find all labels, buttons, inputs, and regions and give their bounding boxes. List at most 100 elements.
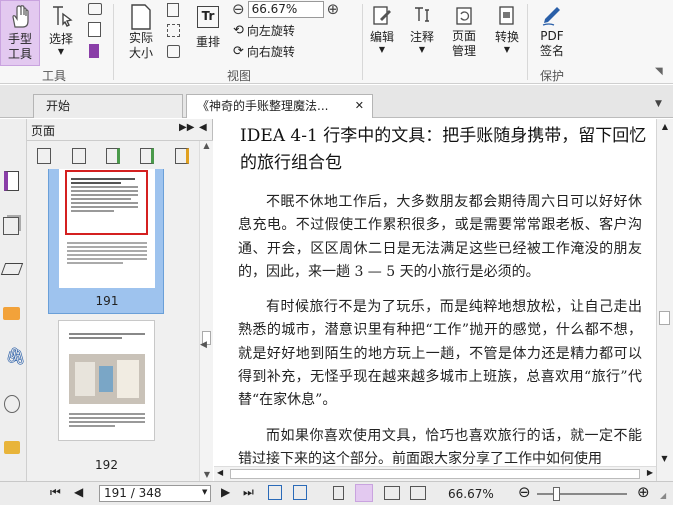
vertical-scrollbar[interactable]: ▲ ▼ (656, 119, 673, 481)
panel-expand-icon[interactable]: ▶▶ (179, 122, 194, 133)
tab-start[interactable]: 开始 (33, 94, 183, 118)
hand-icon (12, 5, 29, 28)
next-page-icon[interactable]: ▶ (221, 485, 230, 499)
panel-toolbar (27, 145, 199, 167)
thumb-zoom-in-icon[interactable] (37, 148, 52, 164)
reflow-icon: Tr (197, 6, 219, 28)
zoom-in-icon[interactable]: ⊕ (327, 0, 340, 18)
facing-pages-icon[interactable] (384, 486, 400, 500)
layers-stack-icon[interactable] (0, 263, 24, 275)
horizontal-scroll-thumb[interactable] (230, 469, 640, 479)
continuous-page-icon[interactable] (355, 484, 373, 502)
panel-splitter-icon[interactable]: ◀ (200, 340, 207, 350)
zoom-out-icon[interactable]: ⊖ (518, 483, 531, 501)
pen-icon (542, 7, 560, 26)
fit-visible-icon[interactable] (167, 45, 180, 58)
continuous-facing-icon[interactable] (410, 486, 426, 500)
page-management-button[interactable]: 页面 管理 (444, 0, 484, 66)
next-view-icon[interactable] (293, 485, 307, 500)
actual-size-button[interactable]: 实际 大小 (120, 0, 162, 66)
annotate-icon (415, 7, 429, 22)
page-number-input[interactable]: 191 / 348 (99, 485, 211, 502)
clipboard-icon[interactable] (88, 22, 101, 37)
actual-size-label: 实际 大小 (128, 31, 153, 60)
zoom-in-icon[interactable]: ⊕ (637, 483, 650, 501)
close-icon[interactable]: ✕ (355, 95, 364, 117)
extract-page-icon[interactable] (140, 148, 155, 164)
bookmark-icon[interactable] (89, 44, 99, 58)
rotate-right-icon: ⟳ (233, 44, 244, 59)
pages-panel-icon[interactable] (4, 171, 19, 191)
rotate-left-button[interactable]: ⟲ 向左旋转 (233, 22, 295, 39)
group-label-protect: 保护 (540, 69, 565, 83)
thumb-text-line (71, 194, 139, 196)
chevron-down-icon: ▼ (378, 45, 386, 54)
reflow-button[interactable]: Tr 重排 (190, 0, 226, 66)
resize-grip-icon[interactable]: ◢ (660, 491, 666, 500)
comments-icon[interactable] (3, 307, 20, 320)
previous-page-icon[interactable]: ◀ (74, 485, 83, 499)
scroll-up-icon[interactable]: ▲ (200, 141, 213, 150)
snapshot-icon[interactable] (88, 3, 102, 15)
horizontal-scrollbar[interactable]: ◀ ▶ (214, 466, 656, 481)
page-icon (131, 4, 151, 30)
new-page-icon[interactable] (174, 148, 189, 164)
thumbnail-page-image (59, 169, 155, 288)
scroll-left-icon[interactable]: ◀ (217, 468, 223, 477)
tab-document-label: 《神奇的手账整理魔法... (197, 99, 329, 113)
status-bar: ⏮ ◀ 191 / 348 ▼ ▶ ⏭ 66.67% ⊖ ⊕ ◢ (0, 481, 673, 505)
paragraph-3: 而如果你喜欢使用文具，恰巧也喜欢旅行的话，就一定不能错过接下来的这个部分。前面跟… (238, 427, 642, 467)
thumb-bottom-text (69, 411, 145, 429)
expand-ribbon-icon[interactable]: ◥ (655, 66, 663, 77)
fit-width-icon[interactable] (167, 24, 180, 37)
thumbnail-page-191[interactable]: 191 (48, 169, 164, 314)
scroll-down-icon[interactable]: ▼ (657, 454, 672, 463)
rotate-right-button[interactable]: ⟳ 向右旋转 (233, 43, 295, 60)
zoom-slider-thumb[interactable] (553, 487, 560, 501)
tab-list-icon[interactable]: ▼ (655, 99, 662, 109)
zoom-input[interactable]: 66.67% (247, 0, 324, 18)
scroll-right-icon[interactable]: ▶ (647, 468, 653, 477)
annotate-label: 注释 (409, 30, 434, 44)
thumbnail-page-192[interactable] (58, 320, 155, 441)
single-page-icon[interactable] (333, 486, 344, 500)
thumb-body-text (67, 240, 147, 266)
thumb-text-line (71, 190, 139, 192)
page-manage-icon (456, 7, 472, 25)
tab-start-label: 开始 (46, 99, 71, 113)
scroll-up-icon[interactable]: ▲ (657, 122, 673, 131)
pdf-sign-button[interactable]: PDF 签名 (532, 0, 572, 66)
scroll-down-icon[interactable]: ▼ (200, 470, 214, 479)
tab-document[interactable]: 《神奇的手账整理魔法... ✕ (186, 94, 373, 118)
panel-header: 页面 ▶▶ ◀ (27, 119, 213, 141)
chevron-down-icon[interactable]: ▼ (202, 488, 207, 496)
signature-panel-icon[interactable] (4, 395, 20, 413)
hand-tool-button[interactable]: 手型 工具 (0, 0, 40, 66)
convert-button[interactable]: 转换 ▼ (490, 0, 524, 66)
convert-icon (499, 6, 514, 25)
zoom-out-icon[interactable]: ⊖ (232, 0, 245, 18)
lock-icon[interactable] (4, 441, 20, 454)
page-management-label: 页面 管理 (451, 29, 476, 58)
zoom-slider[interactable] (537, 487, 627, 501)
select-tool-button[interactable]: 选择 ▼ (43, 0, 79, 66)
insert-page-icon[interactable] (105, 148, 120, 164)
attachment-icon[interactable]: 🖇 (5, 347, 27, 367)
previous-view-icon[interactable] (268, 485, 282, 500)
thumb-text-line (71, 210, 114, 212)
panel-collapse-icon[interactable]: ◀ (199, 122, 207, 133)
vertical-scroll-thumb[interactable] (659, 311, 670, 325)
edit-label: 编辑 (369, 30, 394, 44)
separator (113, 4, 114, 80)
layers-icon[interactable] (3, 217, 19, 235)
document-view: IDEA 4-1 行李中的文具：把手账随身携带，留下回忆的旅行组合包 不眠不休地… (214, 119, 656, 481)
thumb-zoom-out-icon[interactable] (71, 148, 86, 164)
annotate-button[interactable]: 注释 ▼ (406, 0, 438, 66)
fit-page-icon[interactable] (167, 3, 179, 17)
panel-title: 页面 (31, 124, 56, 138)
panel-scrollbar[interactable]: ▲ ▼ (199, 141, 213, 481)
edit-button[interactable]: 编辑 ▼ (366, 0, 398, 66)
first-page-icon[interactable]: ⏮ (50, 485, 61, 500)
last-page-icon[interactable]: ⏭ (243, 485, 254, 500)
section-heading: IDEA 4-1 行李中的文具：把手账随身携带，留下回忆的旅行组合包 (240, 126, 647, 173)
